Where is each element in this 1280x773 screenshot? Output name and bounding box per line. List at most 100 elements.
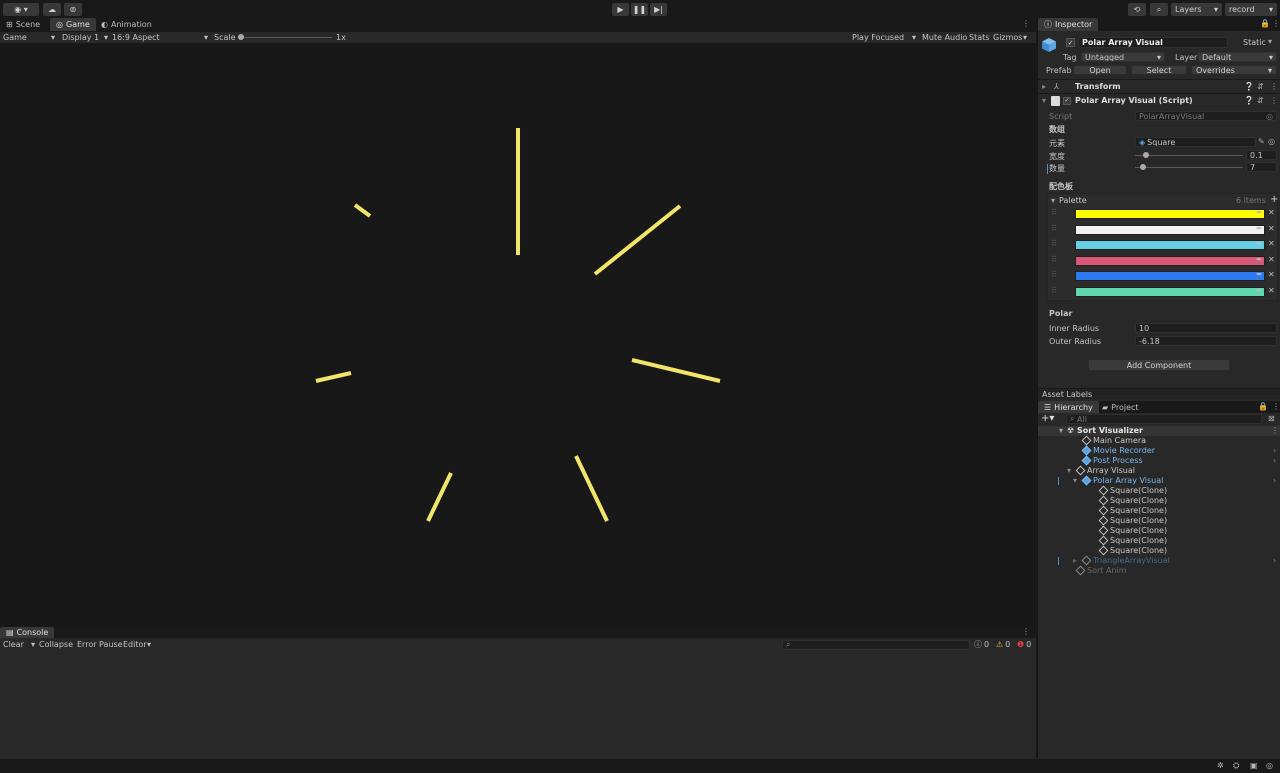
drag-handle-icon[interactable]: ⠿ xyxy=(1051,208,1057,217)
hierarchy-item[interactable]: ▾ Polar Array Visual › xyxy=(1038,475,1280,486)
tab-animation[interactable]: ◐ Animation xyxy=(95,18,158,31)
color-swatch[interactable] xyxy=(1075,224,1265,235)
width-value-field[interactable]: 0.1 xyxy=(1246,150,1277,160)
hierarchy-item[interactable]: Square(Clone) xyxy=(1038,545,1280,556)
target-icon[interactable]: ◎ xyxy=(1268,137,1275,146)
chevron-right-icon[interactable]: › xyxy=(1273,476,1276,485)
hierarchy-item[interactable]: Square(Clone) xyxy=(1038,485,1280,496)
remove-item-icon[interactable]: ✕ xyxy=(1268,239,1275,248)
progress-icon[interactable]: ⛭ xyxy=(1233,761,1239,771)
eyedropper-icon[interactable]: ✒ xyxy=(1256,224,1263,233)
remove-item-icon[interactable]: ✕ xyxy=(1268,255,1275,264)
hierarchy-item[interactable]: Square(Clone) xyxy=(1038,515,1280,526)
prefab-open-button[interactable]: Open xyxy=(1073,65,1127,75)
foldout-arrow-icon[interactable]: ▾ xyxy=(1067,466,1071,475)
eyedropper-icon[interactable]: ✒ xyxy=(1256,239,1263,248)
editor-dropdown[interactable]: Editor ▾ xyxy=(123,638,151,651)
chevron-right-icon[interactable]: › xyxy=(1273,456,1276,465)
error-pause-button[interactable]: Error Pause xyxy=(77,638,123,651)
script-component-header[interactable]: ▾ ✓ Polar Array Visual (Script) ❔ ⇵ ⋮ xyxy=(1038,94,1280,107)
foldout-arrow-icon[interactable]: ▸ xyxy=(1042,82,1046,91)
hierarchy-item[interactable]: Square(Clone) xyxy=(1038,495,1280,506)
script-enabled-checkbox[interactable]: ✓ xyxy=(1063,96,1071,105)
scene-visibility-icon[interactable]: ⊠ xyxy=(1268,414,1275,423)
hierarchy-item[interactable]: ▸ TriangleArrayVisual › xyxy=(1038,555,1280,566)
console-menu-icon[interactable]: ⋮ xyxy=(1022,627,1030,636)
inspector-menu-icon[interactable]: ⋮ xyxy=(1272,19,1280,28)
step-button[interactable]: ▶| xyxy=(650,3,667,16)
count-value-field[interactable]: 7 xyxy=(1246,162,1277,172)
scene-header-row[interactable]: ▾ ☢ Sort Visualizer ⋮ xyxy=(1038,426,1280,436)
color-swatch[interactable] xyxy=(1075,271,1265,281)
foldout-arrow-icon[interactable]: ▾ xyxy=(1051,196,1055,205)
aspect-dropdown[interactable]: 16:9 Aspect ▾ xyxy=(112,32,208,43)
tab-inspector[interactable]: ⓘ Inspector xyxy=(1038,18,1099,31)
count-slider-handle[interactable] xyxy=(1139,164,1146,170)
display-dropdown[interactable]: Display 1 ▾ xyxy=(62,32,108,43)
bug-icon[interactable]: ✲ xyxy=(1217,761,1224,770)
color-swatch[interactable] xyxy=(1075,286,1265,297)
tab-game[interactable]: ◎ Game xyxy=(50,18,96,31)
inner-radius-field[interactable]: 10 xyxy=(1135,323,1277,333)
preset-icon[interactable]: ⇵ xyxy=(1257,82,1264,91)
preset-icon[interactable]: ⇵ xyxy=(1257,96,1264,105)
layers-dropdown[interactable]: Layers ▾ xyxy=(1171,3,1222,16)
drag-handle-icon[interactable]: ⠿ xyxy=(1051,239,1057,248)
color-swatch[interactable] xyxy=(1075,240,1265,250)
hierarchy-item[interactable]: Post Process › xyxy=(1038,455,1280,466)
hierarchy-item[interactable]: Square(Clone) xyxy=(1038,535,1280,546)
active-checkbox[interactable]: ✓ xyxy=(1066,38,1075,47)
search-button[interactable]: ⌕ xyxy=(1150,3,1168,16)
hierarchy-item[interactable]: Main Camera xyxy=(1038,435,1280,446)
console-log-area[interactable] xyxy=(0,651,1036,759)
error-filter-button[interactable]: ❶0 xyxy=(1017,638,1031,651)
tab-project[interactable]: ▰ Project xyxy=(1096,401,1145,413)
lock-icon[interactable]: 🔒 xyxy=(1260,19,1270,28)
outer-radius-field[interactable]: -6.18 xyxy=(1135,336,1277,346)
drag-handle-icon[interactable]: ⠿ xyxy=(1051,270,1057,279)
drag-handle-icon[interactable]: ⠿ xyxy=(1051,286,1057,295)
drag-handle-icon[interactable]: ⠿ xyxy=(1051,255,1057,264)
tab-menu-icon[interactable]: ⋮ xyxy=(1022,19,1030,28)
collapse-button[interactable]: Collapse xyxy=(39,638,73,651)
count-slider-track[interactable] xyxy=(1135,167,1243,168)
stats-button[interactable]: Stats xyxy=(969,32,989,43)
remove-item-icon[interactable]: ✕ xyxy=(1268,286,1275,295)
play-focused-dropdown[interactable]: Play Focused ▾ xyxy=(852,32,916,43)
asset-labels-bar[interactable]: Asset Labels xyxy=(1038,388,1280,399)
tag-dropdown[interactable]: Untagged ▾ xyxy=(1081,52,1165,62)
eyedropper-icon[interactable]: ✒ xyxy=(1256,208,1263,217)
scale-slider-track[interactable] xyxy=(240,37,332,38)
console-search-input[interactable]: ⌕ xyxy=(782,640,970,650)
transform-component-header[interactable]: ▸ ⅄ Transform ❔ ⇵ ⋮ xyxy=(1038,80,1280,93)
collab-button[interactable]: ⊚ xyxy=(64,3,82,16)
element-field[interactable]: ◈ Square xyxy=(1135,137,1256,147)
game-viewport[interactable] xyxy=(0,43,1036,627)
foldout-arrow-icon[interactable]: ▾ xyxy=(1059,426,1063,435)
log-filter-button[interactable]: ⓘ 0 xyxy=(974,638,989,651)
component-menu-icon[interactable]: ⋮ xyxy=(1270,82,1278,91)
width-slider-track[interactable] xyxy=(1135,155,1243,156)
prefab-overrides-dropdown[interactable]: Overrides ▾ xyxy=(1191,65,1277,75)
color-swatch[interactable] xyxy=(1075,255,1265,266)
tab-scene[interactable]: ⊞ Scene xyxy=(0,18,46,31)
chevron-down-icon[interactable]: ▾ xyxy=(1268,37,1272,46)
pause-button[interactable]: ❚❚ xyxy=(631,3,648,16)
add-item-icon[interactable]: + xyxy=(1270,194,1278,205)
remove-item-icon[interactable]: ✕ xyxy=(1268,224,1275,233)
foldout-arrow-icon[interactable]: ▾ xyxy=(1073,476,1077,485)
pencil-icon[interactable]: ✎ xyxy=(1258,137,1265,146)
hierarchy-item[interactable]: Square(Clone) xyxy=(1038,505,1280,516)
eyedropper-icon[interactable]: ✒ xyxy=(1256,270,1263,279)
tab-console[interactable]: ▤ Console xyxy=(0,627,55,638)
color-swatch[interactable] xyxy=(1075,209,1265,219)
hierarchy-menu-icon[interactable]: ⋮ xyxy=(1272,402,1280,411)
remove-item-icon[interactable]: ✕ xyxy=(1268,208,1275,217)
hierarchy-item[interactable]: Movie Recorder › xyxy=(1038,445,1280,456)
game-mode-dropdown[interactable]: Game ▾ xyxy=(3,32,55,43)
scale-slider-handle[interactable] xyxy=(238,34,244,40)
foldout-arrow-icon[interactable]: ▸ xyxy=(1073,556,1077,565)
foldout-arrow-icon[interactable]: ▾ xyxy=(1042,96,1046,105)
drag-handle-icon[interactable]: ⠿ xyxy=(1051,224,1057,233)
auto-generate-icon[interactable]: ▣ xyxy=(1250,761,1258,770)
